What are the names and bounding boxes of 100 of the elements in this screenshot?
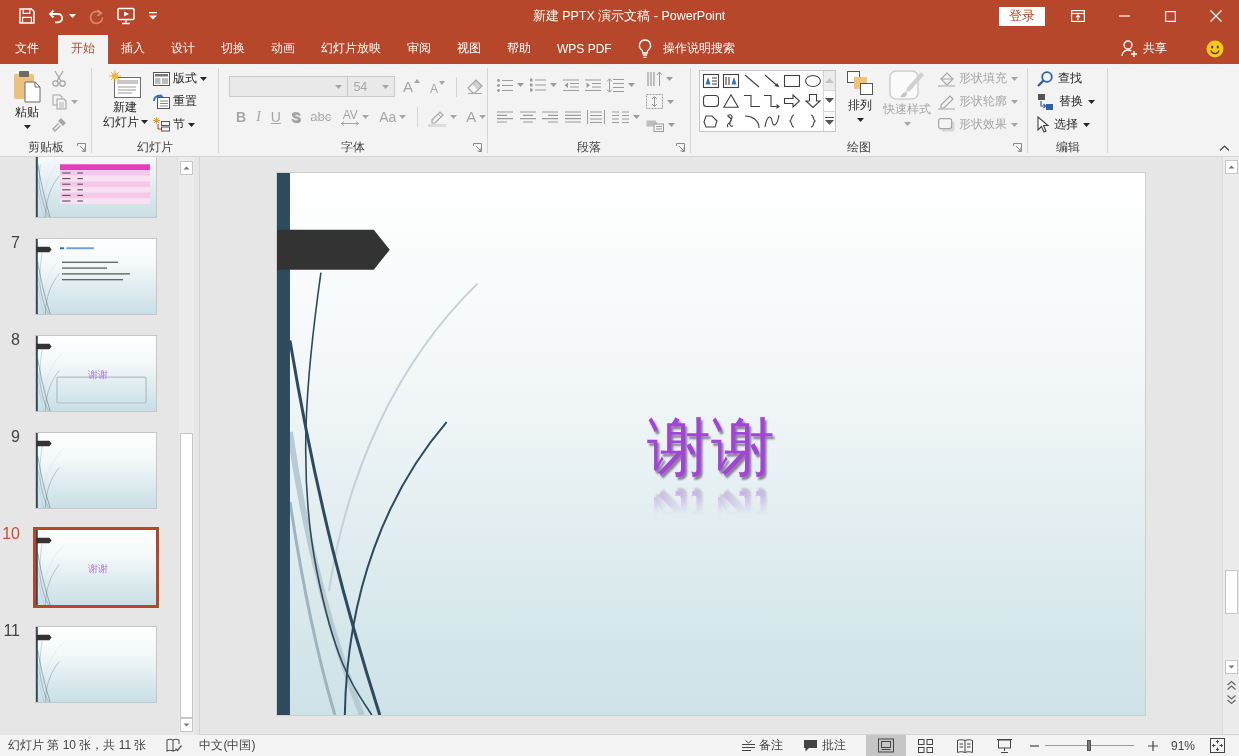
caret-icon [1011,76,1018,81]
dialog-launcher-icon[interactable] [473,142,482,152]
squares-arrow-icon [1037,92,1054,111]
grid-icon[interactable] [917,738,933,753]
arrows-box-icon[interactable] [1210,738,1225,753]
ribbon-tab[interactable]: 文件 [2,35,52,64]
minus-icon[interactable] [1029,744,1039,747]
double-chevron-up-icon[interactable] [1225,679,1237,691]
ribbon-tab[interactable]: 开始 [58,35,108,64]
right-arrow-icon[interactable] [784,94,801,108]
chevron-up-icon[interactable] [1219,145,1230,151]
layout-button[interactable]: 版式 [153,67,207,90]
ribbon-tab[interactable]: WPS PDF [544,35,625,64]
caret-icon [632,115,640,119]
group-label: 幻灯片 [137,139,173,155]
book-check-icon[interactable] [166,738,183,753]
replace-button[interactable]: 替换 [1037,90,1095,113]
dialog-launcher-icon[interactable] [676,142,685,152]
dialog-launcher-icon[interactable] [1013,142,1022,152]
ribbon-tab[interactable]: 审阅 [394,35,444,64]
slide-position-text: 幻灯片 第 10 张，共 11 张 [8,737,147,754]
line-icon[interactable] [743,74,760,88]
scroll-down-icon[interactable] [824,98,834,104]
group-label: 字体 [341,139,365,155]
comments-button[interactable]: 批注 [802,737,846,754]
projector-screen-icon[interactable] [996,738,1012,753]
ribbon-tab[interactable]: 视图 [444,35,494,64]
slide-thumbnail[interactable]: 谢谢 [35,335,157,412]
smiley-icon[interactable] [1206,39,1224,58]
slide-thumbnail[interactable] [35,626,157,703]
select-button[interactable]: 选择 [1037,113,1095,136]
new-slide-button[interactable]: 新建 幻灯片 [100,64,150,138]
diamond-icon [938,70,955,87]
arrow-icon[interactable] [764,74,781,88]
ribbon-tab[interactable]: 设计 [158,35,208,64]
oval-icon[interactable] [804,74,821,88]
normal-view-icon[interactable] [865,735,906,756]
open-book-icon[interactable] [956,738,973,753]
arrange-button[interactable]: 排列 [842,64,878,138]
rounded-rectangle-icon[interactable] [703,94,720,108]
paste-button[interactable]: 粘贴 [8,64,46,138]
screen-play-icon[interactable] [117,7,136,25]
speech-bubble-icon [802,738,818,753]
slide-thumbnail[interactable] [35,238,157,315]
share-button[interactable]: 共享 [1121,35,1167,64]
slide-thumbnail[interactable] [35,157,157,218]
slide-title: 谢谢 [88,562,109,573]
caret-icon [382,84,390,89]
vertical-text-box-icon[interactable] [723,74,740,88]
plus-icon[interactable] [1147,740,1158,751]
notes-icon [741,739,755,752]
tell-me-search[interactable]: 操作说明搜索 [637,35,735,64]
caret-icon [1088,99,1095,104]
triangle-icon[interactable] [723,94,740,108]
rectangle-icon[interactable] [784,74,801,88]
save-icon[interactable] [19,8,35,24]
zoom-slider-thumb[interactable] [1087,740,1092,751]
caret-icon [71,99,78,104]
dialog-launcher-icon[interactable] [77,142,86,152]
sign-in-button[interactable]: 登录 [999,6,1045,26]
zoom-level[interactable]: 91% [1170,738,1195,753]
line-caret-icon[interactable] [149,12,157,20]
text-box-icon[interactable] [703,74,720,88]
ribbon-tab[interactable]: 动画 [258,35,308,64]
caret-icon [335,84,343,89]
scrollbar-thumb[interactable] [180,433,193,718]
slide-thumbnail[interactable] [35,432,157,509]
scrollbar-thumb[interactable] [1224,570,1238,614]
slide-number: 7 [10,236,20,250]
close-icon[interactable] [1210,10,1222,22]
caret-icon [517,83,524,87]
down-arrow-icon[interactable] [804,94,821,108]
slide-thumbnail[interactable]: 谢谢 [33,527,159,608]
polygon-icon[interactable] [703,114,720,128]
arc-icon[interactable] [743,114,760,128]
more-icon[interactable] [824,117,834,126]
elbow-arrow-icon[interactable] [764,94,781,108]
up-arrow-icon [413,78,420,83]
ribbon-tab[interactable]: 插入 [108,35,158,64]
elbow-connector-icon[interactable] [743,94,760,108]
reset-button[interactable]: 重置 [153,90,207,113]
star-boxes-icon [153,117,170,132]
caret-icon [188,122,195,127]
curve-icon[interactable] [764,114,781,128]
ribbon-tab[interactable]: 幻灯片放映 [308,35,394,64]
section-button[interactable]: 节 [153,113,207,136]
slide-number: 11 [2,624,20,638]
double-chevron-down-icon[interactable] [1225,694,1237,706]
ribbon-tab[interactable]: 帮助 [494,35,544,64]
maximize-icon[interactable] [1164,10,1176,22]
minimize-icon[interactable] [1118,15,1130,17]
notes-button[interactable]: 备注 [741,737,783,754]
language-text[interactable]: 中文(中国) [199,737,256,754]
slide-number: 9 [10,430,20,444]
text-lines-drawing [60,247,130,281]
undo-icon[interactable] [48,8,64,24]
caret-icon [903,122,911,126]
caret-icon [140,119,148,124]
ribbon-tab[interactable]: 切换 [208,35,258,64]
find-button[interactable]: 查找 [1037,67,1095,90]
